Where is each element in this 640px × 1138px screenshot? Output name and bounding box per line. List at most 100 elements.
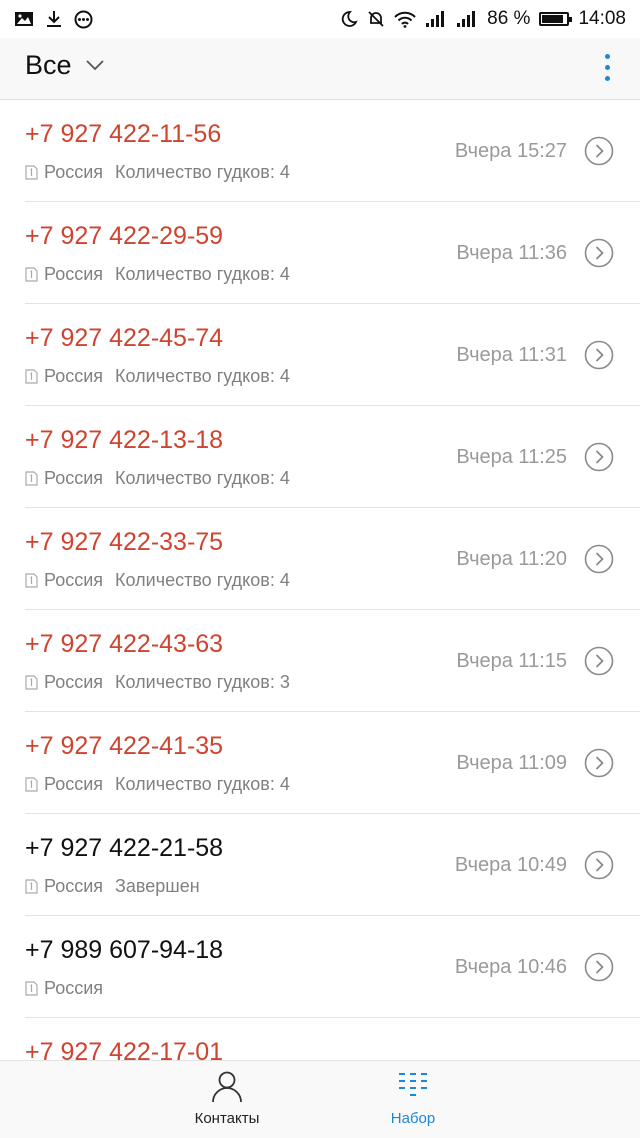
status-bar-left — [14, 10, 93, 29]
call-details-chevron-icon[interactable] — [584, 442, 614, 472]
call-status: Количество гудков: 4 — [115, 264, 290, 284]
call-region: Россия — [44, 978, 104, 998]
call-status: Количество гудков: 4 — [115, 162, 290, 182]
call-region: Россия — [44, 570, 104, 590]
battery-icon — [539, 12, 573, 26]
call-details: Россия — [25, 978, 103, 999]
call-details-chevron-icon[interactable] — [584, 850, 614, 880]
call-region: Россия — [44, 366, 104, 386]
call-log-row[interactable]: +7 927 422-29-59 Россия Количество гудков:… — [0, 202, 640, 304]
sim-card-icon — [25, 573, 38, 588]
sim-card-icon — [25, 369, 38, 384]
more-circle-icon — [74, 10, 93, 28]
phone-number: +7 927 422-45-74 — [25, 324, 224, 352]
sim-card-icon — [25, 675, 38, 690]
call-time: Вчера 11:25 — [456, 446, 567, 468]
call-log-row[interactable]: +7 927 422-13-18 Россия Количество гудков:… — [0, 406, 640, 508]
phone-number: +7 989 607-94-18 — [25, 936, 224, 964]
call-status: Количество гудков: 4 — [115, 366, 290, 386]
call-time: Вчера 11:31 — [456, 344, 567, 366]
phone-number: +7 927 422-29-59 — [25, 222, 224, 250]
call-details-chevron-icon[interactable] — [584, 136, 614, 166]
tab-dialer[interactable]: Набор — [353, 1069, 473, 1127]
call-region: Россия — [44, 774, 104, 794]
call-log-row[interactable]: +7 927 422-17-01 — [0, 1018, 640, 1060]
phone-number: +7 927 422-33-75 — [25, 528, 224, 556]
clock: 14:08 — [578, 8, 626, 29]
call-region: Россия — [44, 876, 104, 896]
phone-number: +7 927 422-41-35 — [25, 732, 224, 760]
image-icon — [15, 12, 33, 26]
call-log-row[interactable]: +7 927 422-43-63 Россия Количество гудков:… — [0, 610, 640, 712]
phone-number: +7 927 422-13-18 — [25, 426, 224, 454]
call-details: Россия Количество гудков: 4 — [25, 570, 290, 591]
call-details: Россия Количество гудков: 4 — [25, 162, 290, 183]
call-time: Вчера 10:46 — [454, 956, 567, 978]
battery-level — [542, 15, 564, 23]
sim-card-icon — [25, 981, 38, 996]
call-log-row[interactable]: +7 989 607-94-18 Россия Вчера 10:46 — [0, 916, 640, 1018]
tab-dialer-label: Набор — [390, 1110, 436, 1127]
call-details-chevron-icon[interactable] — [584, 646, 614, 676]
call-log-row[interactable]: +7 927 422-45-74 Россия Количество гудков:… — [0, 304, 640, 406]
call-details-chevron-icon[interactable] — [584, 544, 614, 574]
filter-label: Все — [25, 50, 72, 80]
call-log-row[interactable]: +7 927 422-21-58 Россия Завершен Вчера 10:4… — [0, 814, 640, 916]
call-time: Вчера 11:20 — [456, 548, 567, 570]
status-bar-right: 86 % 14:08 — [340, 8, 626, 30]
call-details: Россия Количество гудков: 4 — [25, 264, 290, 285]
call-status: Количество гудков: 4 — [115, 774, 290, 794]
moon-icon — [341, 11, 358, 27]
call-details: Россия Завершен — [25, 876, 200, 897]
call-details: Россия Количество гудков: 4 — [25, 774, 290, 795]
call-log-header: Все — [0, 38, 640, 100]
sim-card-icon — [25, 165, 38, 180]
phone-number: +7 927 422-43-63 — [25, 630, 224, 658]
sim-card-icon — [25, 879, 38, 894]
more-vert-icon[interactable] — [605, 54, 610, 81]
call-log-list[interactable]: +7 927 422-11-56 Россия Количество гудков:… — [0, 100, 640, 1060]
status-bar: 86 % 14:08 — [0, 0, 640, 38]
dialpad-icon — [399, 1073, 427, 1096]
call-region: Россия — [44, 672, 104, 692]
sim-card-icon — [25, 777, 38, 792]
call-region: Россия — [44, 264, 104, 284]
call-time: Вчера 11:09 — [456, 752, 567, 774]
wifi-icon — [394, 11, 416, 28]
call-status: Количество гудков: 3 — [115, 672, 290, 692]
tab-contacts[interactable]: Контакты — [167, 1069, 287, 1127]
phone-number: +7 927 422-21-58 — [25, 834, 224, 862]
call-status: Количество гудков: 4 — [115, 468, 290, 488]
battery-percent: 86 % — [487, 8, 531, 29]
call-status: Завершен — [115, 876, 200, 896]
call-details-chevron-icon[interactable] — [584, 238, 614, 268]
bottom-navigation: Контакты Набор — [0, 1060, 640, 1138]
call-time: Вчера 15:27 — [454, 140, 567, 162]
download-icon — [47, 11, 61, 27]
sim-card-icon — [25, 267, 38, 282]
call-region: Россия — [44, 468, 104, 488]
call-log-row[interactable]: +7 927 422-41-35 Россия Количество гудков:… — [0, 712, 640, 814]
call-details-chevron-icon[interactable] — [584, 340, 614, 370]
mute-icon — [368, 11, 384, 27]
call-filter-dropdown[interactable]: Все — [25, 50, 104, 81]
call-details-chevron-icon[interactable] — [584, 748, 614, 778]
phone-number: +7 927 422-17-01 — [25, 1038, 224, 1060]
call-status: Количество гудков: 4 — [115, 570, 290, 590]
call-log-row[interactable]: +7 927 422-11-56 Россия Количество гудков:… — [0, 100, 640, 202]
tab-contacts-label: Контакты — [194, 1110, 260, 1127]
chevron-down-icon — [85, 60, 104, 71]
call-time: Вчера 10:49 — [454, 854, 567, 876]
call-region: Россия — [44, 162, 104, 182]
person-icon — [212, 1071, 242, 1103]
call-time: Вчера 11:15 — [456, 650, 567, 672]
signal-icon — [426, 11, 445, 27]
signal-icon — [457, 11, 476, 27]
sim-card-icon — [25, 471, 38, 486]
call-log-row[interactable]: +7 927 422-33-75 Россия Количество гудков:… — [0, 508, 640, 610]
call-details: Россия Количество гудков: 3 — [25, 672, 290, 693]
call-details: Россия Количество гудков: 4 — [25, 366, 290, 387]
phone-number: +7 927 422-11-56 — [25, 120, 222, 148]
call-details-chevron-icon[interactable] — [584, 952, 614, 982]
call-time: Вчера 11:36 — [456, 242, 567, 264]
